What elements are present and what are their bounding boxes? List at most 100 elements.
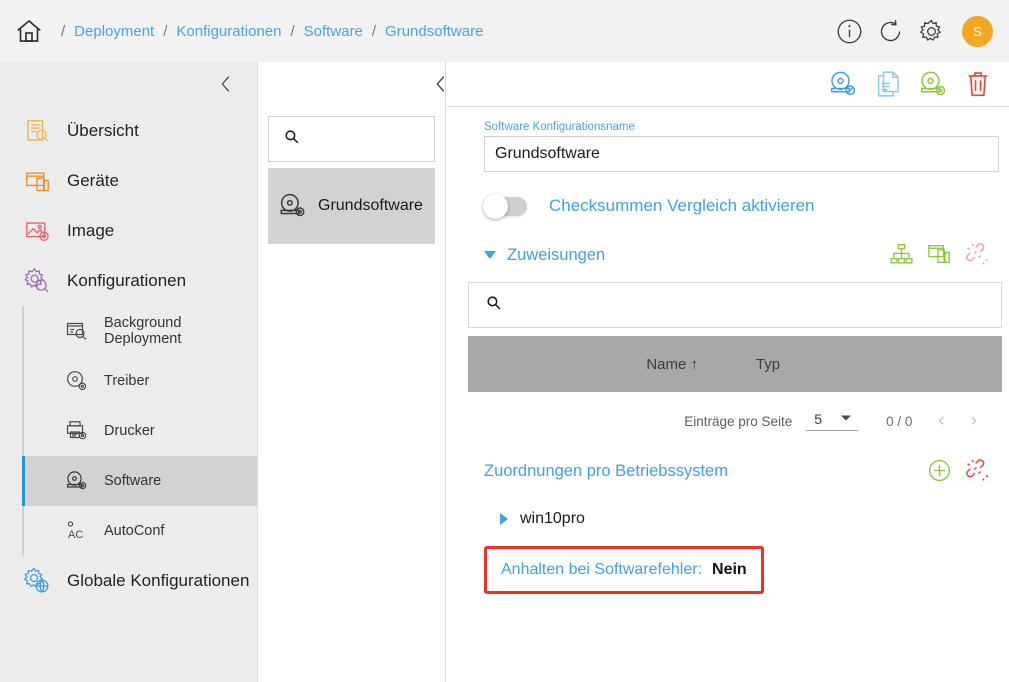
sidebar-item-label: Globale Konfigurationen (67, 571, 250, 590)
breadcrumb-item-grundsoftware[interactable]: Grundsoftware (385, 23, 483, 40)
os-entry-win10pro[interactable]: win10pro (484, 510, 999, 528)
global-configurations-icon (22, 566, 52, 596)
copy-document-icon[interactable] (869, 67, 907, 101)
os-assignments-actions (927, 458, 999, 484)
detail-panel: Software Konfigurationsname Grundsoftwar… (436, 62, 1009, 682)
config-name-label: Software Konfigurationsname (484, 121, 635, 133)
search-icon (485, 294, 502, 316)
add-software-icon[interactable] (914, 67, 952, 101)
sidebar-item-label: Image (67, 221, 115, 240)
list-item-label: Grundsoftware (318, 196, 423, 214)
toggle-knob (483, 193, 508, 219)
gear-icon[interactable] (918, 18, 945, 45)
edit-software-icon[interactable] (824, 67, 862, 101)
sidebar-subgroup-konfigurationen: Background Deployment Treiber Drucker So… (22, 306, 257, 556)
column-header-name[interactable]: Name ↑ (468, 356, 708, 373)
sidebar-item-autoconf[interactable]: AC AutoConf (24, 506, 257, 556)
sidebar-item-label: Geräte (67, 171, 119, 190)
sidebar-item-globale-konfigurationen[interactable]: Globale Konfigurationen (0, 556, 257, 606)
breadcrumb-separator: / (290, 22, 295, 40)
sidebar-collapse-button[interactable] (0, 62, 257, 106)
chevron-right-icon[interactable] (500, 513, 508, 525)
breadcrumb-item-software[interactable]: Software (304, 23, 363, 40)
assignments-pagination: Einträge pro Seite 5 0 / 0 ‹ › (484, 410, 999, 432)
pagination-prev-button[interactable]: ‹ (938, 410, 944, 432)
unlink-icon[interactable] (965, 242, 991, 268)
sidebar-item-software[interactable]: Software (22, 456, 257, 506)
sidebar-item-uebersicht[interactable]: Übersicht (0, 106, 257, 156)
assignments-actions (889, 242, 999, 268)
app-root: / Deployment / Konfigurationen / Softwar… (0, 0, 1009, 682)
device-assign-icon[interactable] (927, 242, 953, 268)
list-search-input[interactable] (268, 116, 435, 162)
driver-icon (64, 368, 90, 394)
list-item[interactable]: Grundsoftware (268, 168, 435, 244)
back-button[interactable] (424, 73, 458, 95)
os-entry-label: win10pro (520, 510, 585, 527)
top-bar: / Deployment / Konfigurationen / Softwar… (0, 0, 1009, 62)
assignments-table-header: Name ↑ Typ (468, 336, 1002, 392)
sidebar-item-geraete[interactable]: Geräte (0, 156, 257, 206)
halt-on-software-error: Anhalten bei Softwarefehler: Nein (484, 546, 764, 594)
avatar[interactable]: S (962, 15, 993, 47)
add-circle-icon[interactable] (927, 458, 953, 484)
top-bar-actions: S (836, 15, 993, 47)
software-disc-icon (278, 191, 308, 221)
printer-icon (64, 418, 90, 444)
pagination-next-button[interactable]: › (971, 410, 977, 432)
sidebar-item-drucker[interactable]: Drucker (24, 406, 257, 456)
column-header-typ[interactable]: Typ (708, 356, 828, 373)
checksum-toggle-label[interactable]: Checksummen Vergleich aktivieren (549, 196, 815, 216)
sidebar-item-background-deployment[interactable]: Background Deployment (24, 306, 257, 356)
background-deployment-icon (64, 318, 90, 344)
info-icon[interactable] (836, 18, 863, 45)
sidebar-item-label: Konfigurationen (67, 271, 187, 290)
breadcrumb-item-deployment[interactable]: Deployment (74, 23, 154, 40)
configuration-list-panel: Grundsoftware (258, 62, 446, 682)
sidebar-item-label: Übersicht (67, 121, 139, 140)
sidebar-item-label: Drucker (104, 423, 155, 439)
svg-text:AC: AC (68, 529, 83, 541)
delete-icon[interactable] (959, 67, 997, 101)
halt-on-software-error-label: Anhalten bei Softwarefehler: (501, 561, 703, 578)
software-icon (64, 468, 90, 494)
per-page-select[interactable]: 5 (806, 411, 859, 431)
autoconf-icon: AC (64, 518, 90, 544)
image-icon (22, 216, 52, 246)
config-name-input[interactable]: Grundsoftware (484, 136, 999, 172)
assignments-search-input[interactable] (468, 282, 1002, 328)
os-assignments-title[interactable]: Zuordnungen pro Betriebssystem (484, 462, 728, 481)
unlink-icon[interactable] (965, 458, 991, 484)
halt-on-software-error-value: Nein (712, 561, 747, 578)
chevron-down-icon (840, 411, 852, 427)
sidebar-item-image[interactable]: Image (0, 206, 257, 256)
sidebar-item-label: Treiber (104, 373, 150, 389)
configurations-icon (22, 266, 52, 296)
sort-asc-icon: ↑ (690, 355, 699, 373)
os-assignments-header: Zuordnungen pro Betriebssystem (484, 458, 999, 484)
breadcrumb-separator: / (163, 22, 168, 40)
home-icon[interactable] (14, 16, 44, 46)
per-page-label: Einträge pro Seite (684, 413, 793, 429)
pagination-count: 0 / 0 (886, 413, 913, 429)
breadcrumb-item-konfigurationen[interactable]: Konfigurationen (176, 23, 281, 40)
breadcrumb-separator: / (61, 22, 66, 40)
chevron-down-icon[interactable] (484, 251, 496, 259)
sidebar-item-treiber[interactable]: Treiber (24, 356, 257, 406)
detail-form: Software Konfigurationsname Grundsoftwar… (446, 107, 1009, 594)
sidebar-item-konfigurationen[interactable]: Konfigurationen (0, 256, 257, 306)
sidebar-item-label: Software (104, 473, 162, 489)
sidebar: Übersicht Geräte Image Konfigurationen B… (0, 62, 258, 682)
detail-toolbar (436, 62, 1009, 107)
checksum-toggle[interactable] (483, 193, 527, 219)
org-tree-icon[interactable] (889, 242, 915, 268)
column-header-name-label: Name (646, 355, 687, 373)
assignments-title[interactable]: Zuweisungen (507, 246, 605, 265)
refresh-icon[interactable] (877, 18, 904, 45)
checksum-toggle-row: Checksummen Vergleich aktivieren (483, 193, 999, 219)
assignments-section-header: Zuweisungen (484, 242, 999, 268)
search-icon (283, 128, 300, 150)
breadcrumb-separator: / (371, 22, 377, 40)
per-page-value: 5 (814, 411, 823, 427)
overview-icon (22, 116, 52, 146)
